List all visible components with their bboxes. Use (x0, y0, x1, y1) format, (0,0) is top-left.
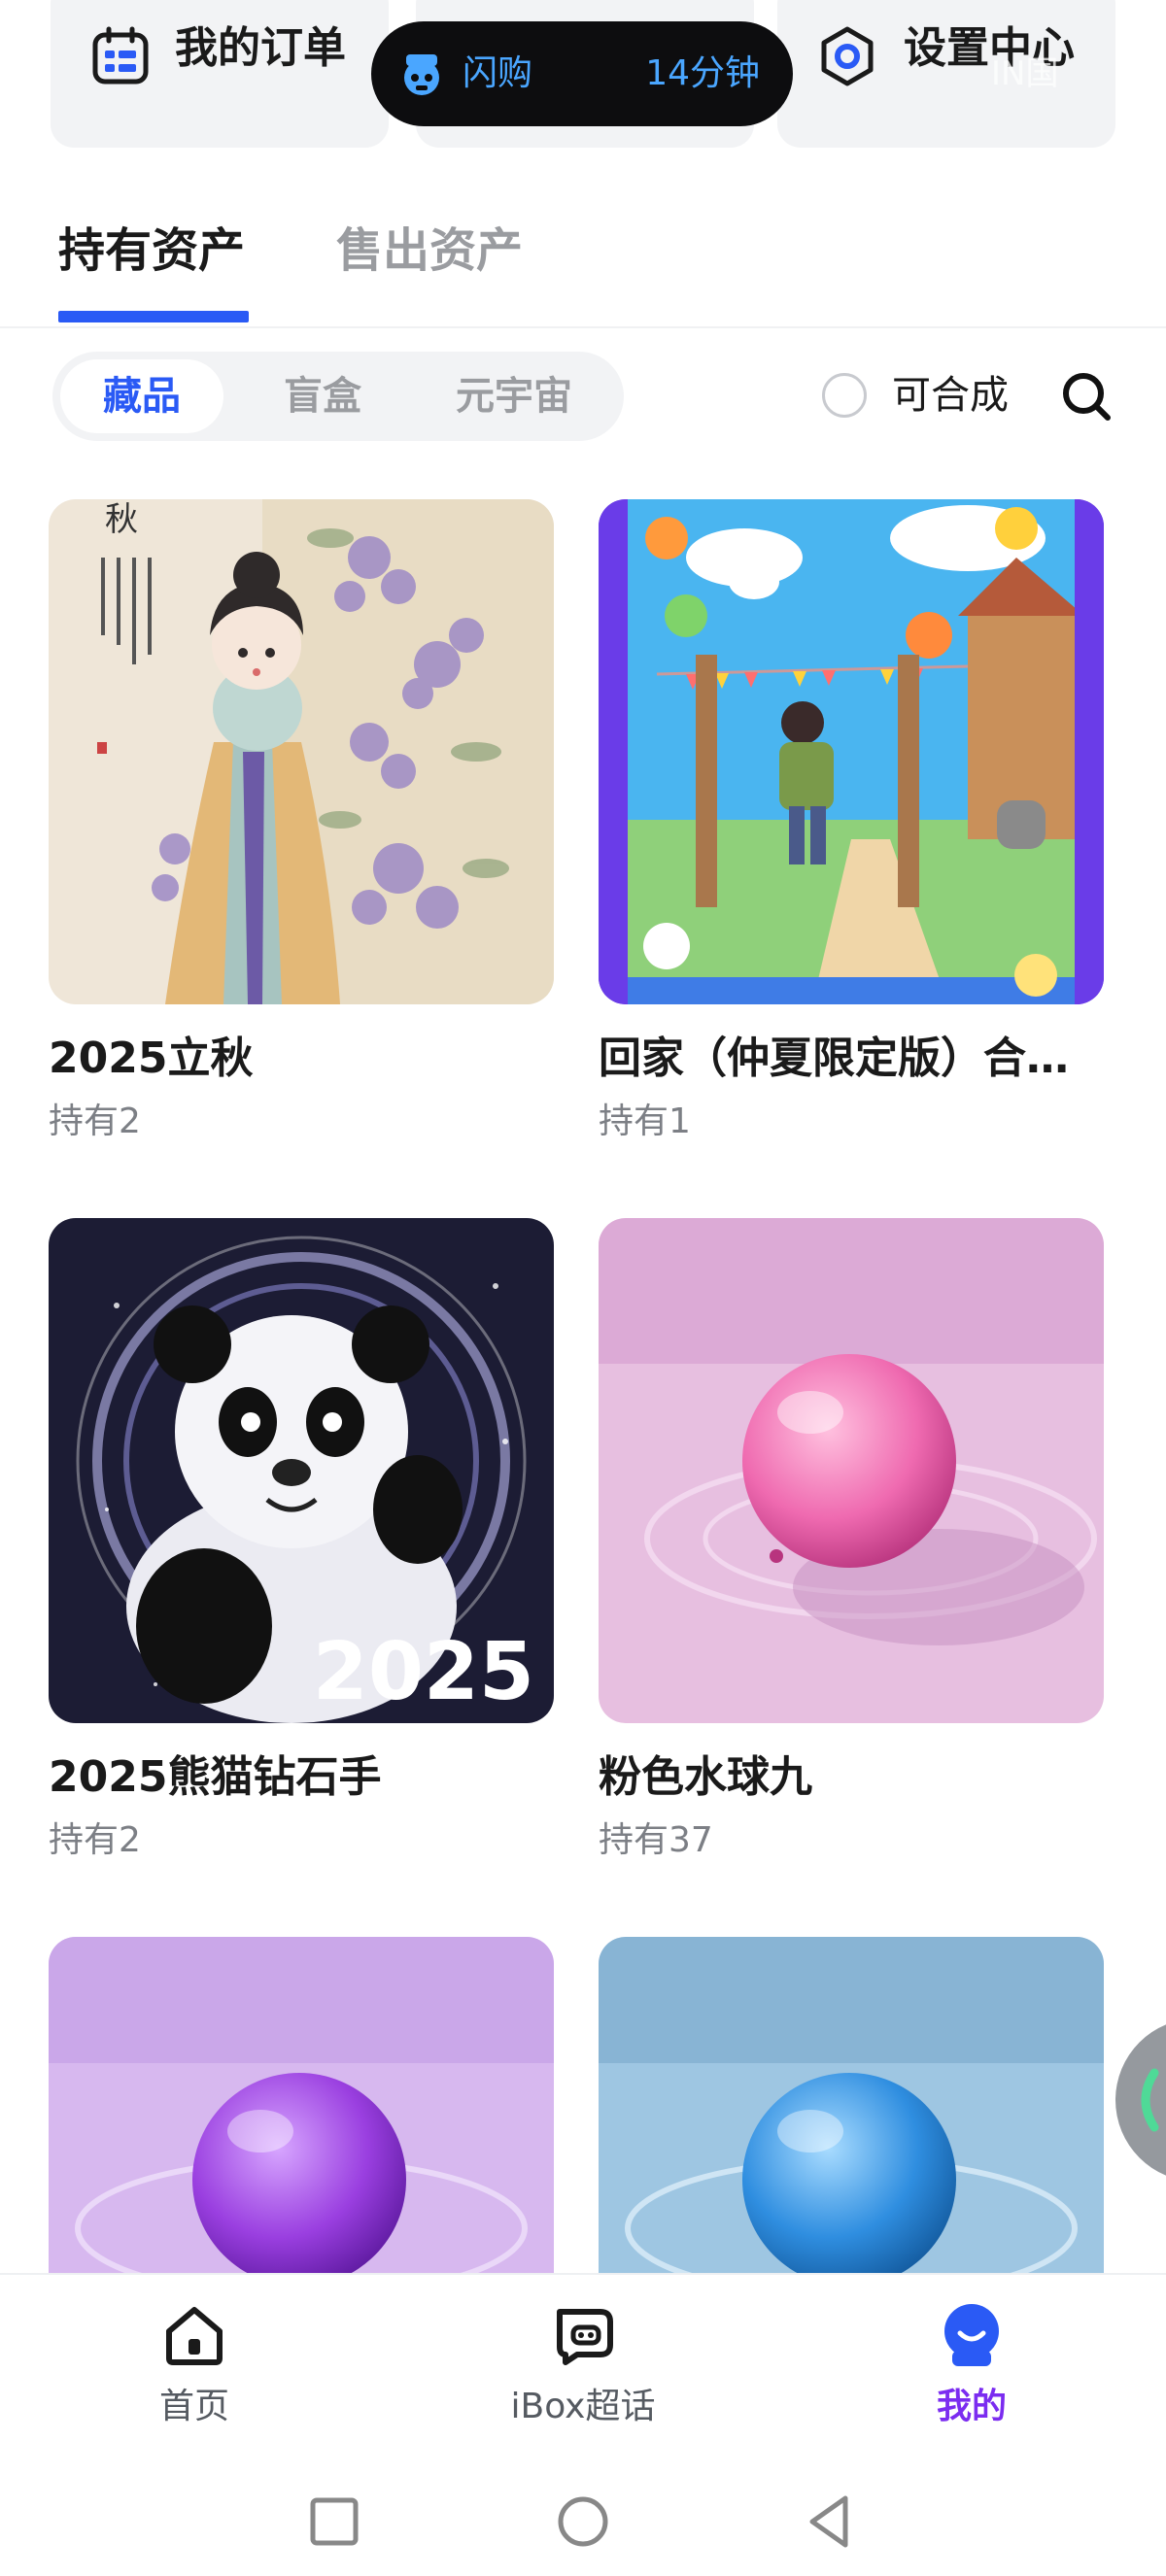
settings-center-card[interactable]: 设置中心 (777, 0, 1115, 148)
nav-label-home: 首页 (158, 2387, 229, 2426)
chat-bubble-icon (557, 2309, 613, 2365)
collectible-title: 回家（仲夏限定版）合… (599, 1034, 1069, 1083)
edge-overlay-text: IN国 (991, 54, 1059, 93)
collectible-image-autumn-lady: 秋 (49, 499, 554, 1004)
collectible-holding-count: 持有37 (599, 1820, 713, 1860)
asset-tabs: 持有资产 售出资产 (0, 194, 1166, 328)
bottom-navigation: 首页 iBox超话 我的 (0, 2273, 1166, 2576)
composable-label[interactable]: 可合成 (892, 367, 1009, 424)
thumb-character-autumn: 秋 (105, 500, 138, 539)
nav-item-ibox-topics[interactable]: iBox超话 (457, 2302, 709, 2457)
flash-sale-mascot-icon (404, 54, 439, 95)
floating-side-icon (1141, 2068, 1159, 2132)
panda-image-year-text: 2025 (313, 1626, 534, 1718)
nav-item-home[interactable]: 首页 (68, 2302, 321, 2457)
calendar-icon (92, 26, 149, 85)
segment-collectibles[interactable]: 藏品 (60, 359, 223, 433)
back-triangle-icon[interactable] (799, 2491, 861, 2553)
collectible-holding-count: 持有2 (49, 1102, 141, 1141)
nav-item-mine[interactable]: 我的 (845, 2302, 1098, 2457)
floating-side-button[interactable] (1115, 2018, 1166, 2182)
edge-digits: 00 (0, 51, 54, 96)
collectible-holding-count: 持有2 (49, 1820, 141, 1860)
collectible-holding-count: 持有1 (599, 1102, 691, 1141)
flash-sale-label: 闪购 (463, 53, 533, 93)
nav-label-ibox-topics: iBox超话 (510, 2387, 656, 2426)
flash-sale-pill[interactable]: 闪购 14分钟 (371, 21, 793, 126)
home-icon (166, 2307, 223, 2365)
segment-blind-box[interactable]: 盲盒 (237, 359, 408, 433)
search-icon[interactable] (1059, 369, 1114, 424)
flash-sale-countdown: 14分钟 (645, 53, 760, 93)
collectible-title: 2025熊猫钻石手 (49, 1752, 382, 1802)
profile-icon (944, 2304, 999, 2366)
nav-label-mine: 我的 (936, 2387, 1007, 2426)
my-orders-label: 我的订单 (175, 23, 346, 73)
active-tab-indicator (58, 311, 249, 322)
composable-radio[interactable] (822, 373, 867, 418)
collectible-image-panda: 2025 (49, 1218, 554, 1723)
recent-apps-icon[interactable] (303, 2491, 365, 2553)
my-orders-card[interactable]: 我的订单 (51, 0, 389, 148)
tab-sold-assets[interactable]: 售出资产 (336, 220, 523, 282)
collectible-title: 2025立秋 (49, 1034, 254, 1083)
category-segmented-control: 藏品 盲盒 元宇宙 (52, 352, 624, 441)
shortcut-strip: 00 我的订单 设置中心 IN国 闪购 14分钟 (0, 0, 1166, 155)
tab-held-assets[interactable]: 持有资产 (58, 220, 245, 282)
system-home-icon[interactable] (552, 2491, 614, 2553)
collectible-image-going-home (599, 499, 1104, 1004)
collectible-title: 粉色水球九 (599, 1752, 812, 1802)
segment-metaverse[interactable]: 元宇宙 (412, 359, 616, 433)
system-navigation-bar (0, 2479, 1166, 2576)
settings-hex-icon (821, 26, 874, 86)
collectible-image-pink-balloon (599, 1218, 1104, 1723)
